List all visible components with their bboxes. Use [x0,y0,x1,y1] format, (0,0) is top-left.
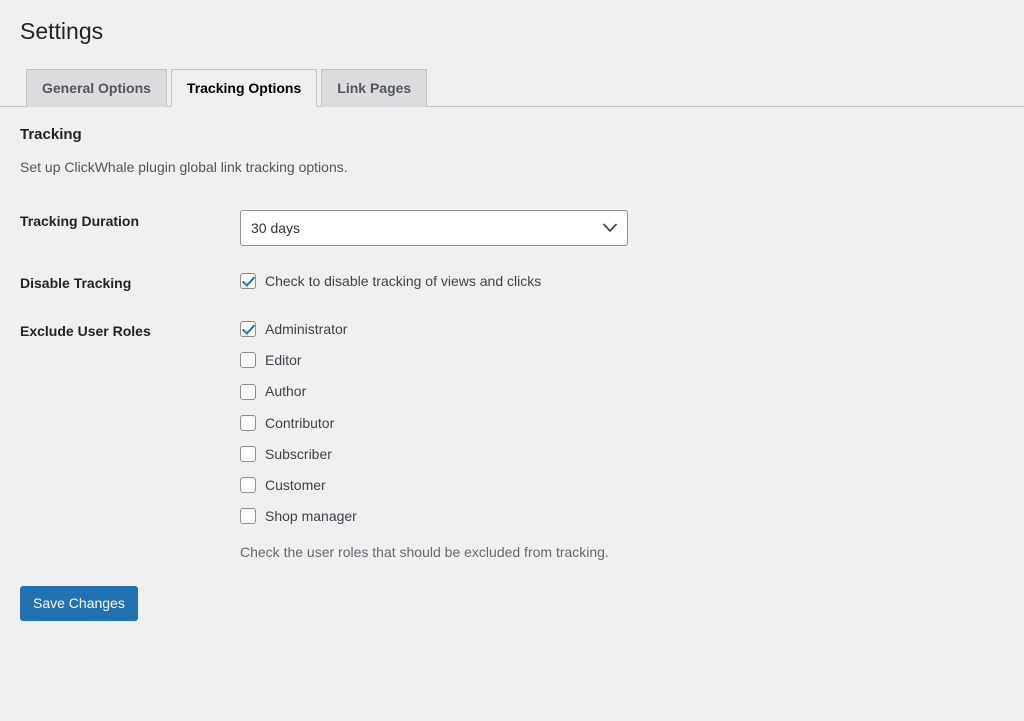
checkbox-contributor[interactable] [240,414,256,431]
checkbox-label-customer[interactable]: Customer [265,476,326,494]
checkbox-row-subscriber[interactable]: Subscriber [240,445,1014,463]
page-title: Settings [20,18,104,44]
checkbox-author[interactable] [240,383,256,400]
checkbox-label-disable-tracking[interactable]: Check to disable tracking of views and c… [265,272,541,290]
section-title: Tracking [20,125,82,143]
checkbox-label-contributor[interactable]: Contributor [265,414,334,432]
section-description: Set up ClickWhale plugin global link tra… [20,158,348,175]
label-tracking-duration: Tracking Duration [20,212,140,229]
checkbox-label-editor[interactable]: Editor [265,351,302,369]
checkbox-row-customer[interactable]: Customer [240,476,1014,494]
checkbox-administrator[interactable] [240,321,256,338]
tracking-settings-form: Tracking Duration 30 days Disable Tracki… [0,197,1024,576]
settings-tabs: General Options Tracking Options Link Pa… [0,66,1024,107]
checkbox-disable-tracking[interactable] [240,272,256,289]
checkbox-row-author[interactable]: Author [240,382,1014,400]
checkbox-label-administrator[interactable]: Administrator [265,320,347,338]
checkbox-shop-manager[interactable] [240,508,256,525]
checkbox-editor[interactable] [240,352,256,369]
tab-tracking-options[interactable]: Tracking Options [170,68,318,107]
checkbox-subscriber[interactable] [240,445,256,462]
form-row-disable-tracking: Disable Tracking Check to disable tracki… [0,259,1024,307]
submit-area: Save Changes [0,576,1024,621]
description-exclude-user-roles: Check the user roles that should be excl… [240,544,609,561]
tracking-duration-select[interactable]: 30 days [240,209,628,246]
checkbox-label-subscriber[interactable]: Subscriber [265,445,332,463]
label-exclude-user-roles: Exclude User Roles [20,323,151,340]
form-row-exclude-user-roles: Exclude User Roles Administrator Editor … [0,307,1024,576]
field-disable-tracking: Check to disable tracking of views and c… [240,259,1024,307]
checkbox-row-disable-tracking[interactable]: Check to disable tracking of views and c… [240,272,1014,290]
tab-link-pages[interactable]: Link Pages [321,68,428,107]
tab-general-options[interactable]: General Options [26,68,167,107]
field-tracking-duration: 30 days [240,197,1024,259]
tracking-duration-select-wrapper: 30 days [240,209,628,246]
checkbox-customer[interactable] [240,477,256,494]
checkbox-row-contributor[interactable]: Contributor [240,414,1014,432]
checkbox-row-shop-manager[interactable]: Shop manager [240,507,1014,525]
checkbox-label-shop-manager[interactable]: Shop manager [265,507,357,525]
field-exclude-user-roles: Administrator Editor Author Contributor … [240,307,1024,576]
checkbox-label-author[interactable]: Author [265,382,306,400]
save-changes-button[interactable]: Save Changes [20,585,138,621]
form-row-tracking-duration: Tracking Duration 30 days [0,197,1024,259]
checkbox-row-administrator[interactable]: Administrator [240,320,1014,338]
label-disable-tracking: Disable Tracking [20,274,132,291]
checkbox-row-editor[interactable]: Editor [240,351,1014,369]
